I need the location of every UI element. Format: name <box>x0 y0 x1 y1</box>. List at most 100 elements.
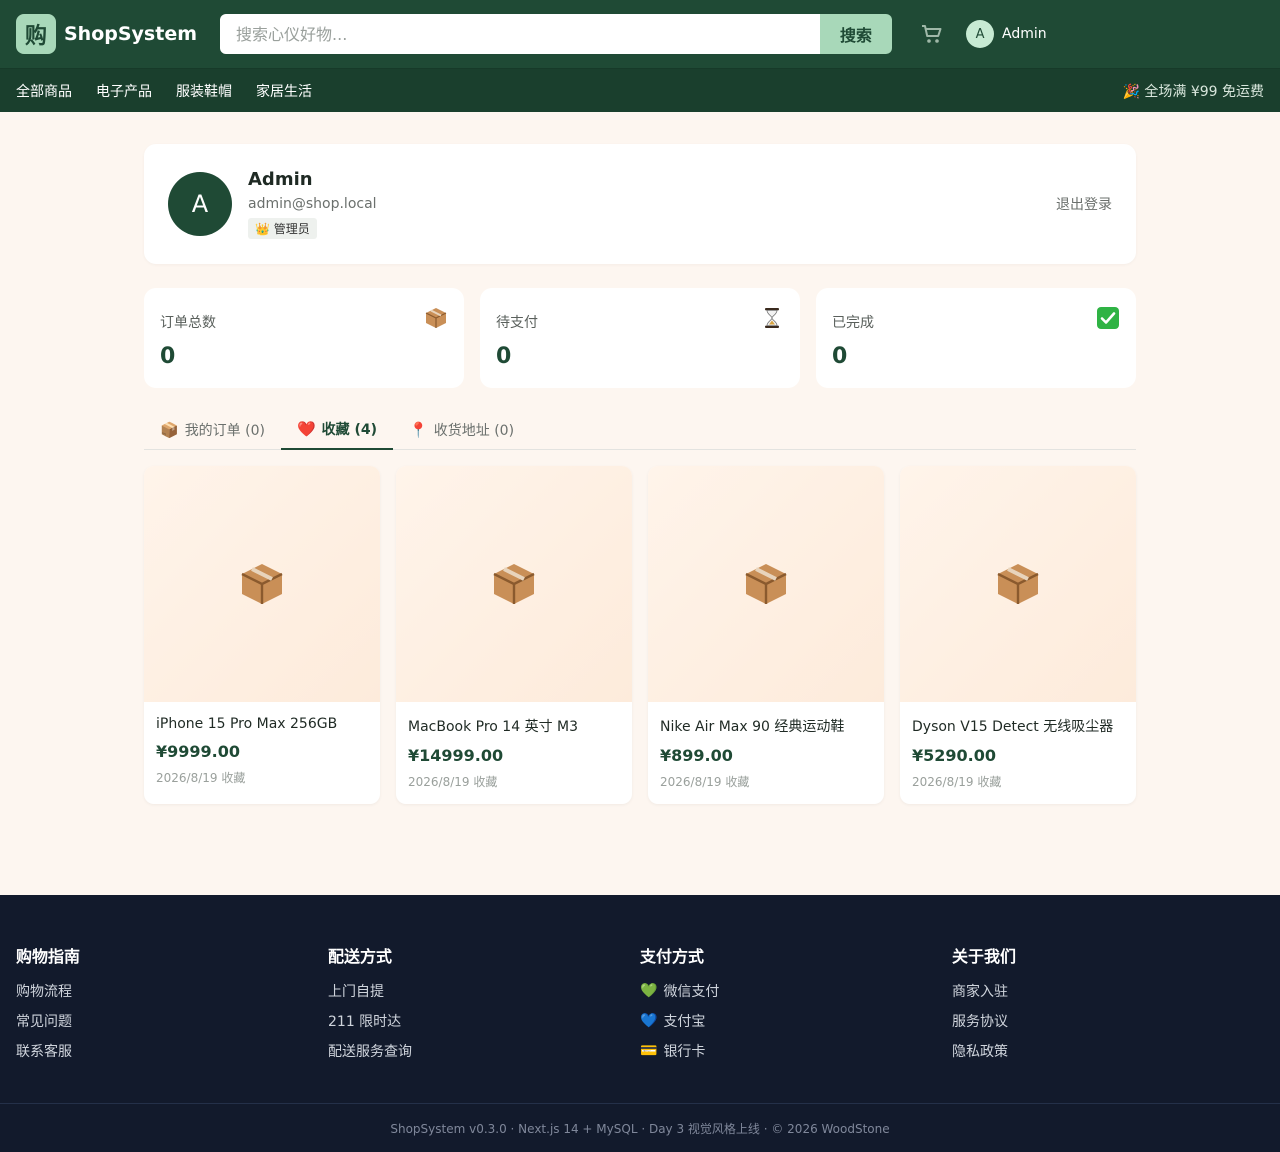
product-image <box>648 466 884 702</box>
footer-heading: 配送方式 <box>328 947 393 966</box>
product-name: Dyson V15 Detect 无线吸尘器 <box>912 719 1114 735</box>
profile-avatar: A <box>168 172 232 236</box>
product-name: MacBook Pro 14 英寸 M3 <box>408 719 579 735</box>
footer-link-label: 支付宝 <box>663 1014 706 1030</box>
footer-col-payment: 支付方式 💚 微信支付 💙 支付宝 💳 银行卡 <box>640 943 952 1103</box>
footer-link-label: 银行卡 <box>663 1044 706 1060</box>
product-image <box>396 466 632 702</box>
favorite-date: 2026/8/19 收藏 <box>660 775 750 789</box>
product-name: iPhone 15 Pro Max 256GB <box>156 716 338 732</box>
user-menu[interactable]: A Admin <box>966 20 1047 48</box>
stat-value: 0 <box>496 344 512 369</box>
footer-link[interactable]: 💳 银行卡 <box>640 1041 952 1061</box>
cart-icon[interactable] <box>920 22 944 46</box>
stat-total-orders[interactable]: 订单总数 0 <box>144 288 464 388</box>
profile-name: Admin <box>248 169 313 190</box>
copyright: ShopSystem v0.3.0 · Next.js 14 + MySQL ·… <box>0 1103 1280 1152</box>
footer-col-guide: 购物指南 购物流程 常见问题 联系客服 <box>16 943 328 1103</box>
footer-link[interactable]: 隐私政策 <box>952 1041 1264 1061</box>
promo-banner: 🎉 全场满 ¥99 免运费 <box>1122 83 1264 100</box>
product-image <box>144 466 380 702</box>
role-badge: 👑 管理员 <box>248 218 317 239</box>
package-icon <box>424 306 448 330</box>
stat-value: 0 <box>832 344 848 369</box>
stat-label: 已完成 <box>832 315 874 331</box>
footer-link[interactable]: 商家入驻 <box>952 981 1264 1001</box>
profile-email: admin@shop.local <box>248 196 377 212</box>
package-icon: 📦 <box>160 421 179 439</box>
nav-item-electronics[interactable]: 电子产品 <box>96 81 152 101</box>
heart-icon: ❤️ <box>296 420 316 438</box>
package-icon <box>745 564 787 604</box>
logout-link[interactable]: 退出登录 <box>1056 194 1112 214</box>
footer-heading: 购物指南 <box>16 947 81 966</box>
footer-link[interactable]: 联系客服 <box>16 1041 328 1061</box>
stat-label: 订单总数 <box>160 315 216 331</box>
stat-value: 0 <box>160 344 176 369</box>
footer-heading: 关于我们 <box>952 947 1017 966</box>
favorite-date: 2026/8/19 收藏 <box>408 775 498 789</box>
top-header: 购 ShopSystem 搜索 A Admin <box>0 0 1280 68</box>
footer-col-about: 关于我们 商家入驻 服务协议 隐私政策 <box>952 943 1264 1103</box>
product-price: ¥14999.00 <box>408 746 504 765</box>
product-price: ¥899.00 <box>660 746 733 765</box>
footer-col-delivery: 配送方式 上门自提 211 限时达 配送服务查询 <box>328 943 640 1103</box>
product-card[interactable]: Dyson V15 Detect 无线吸尘器 ¥5290.00 2026/8/1… <box>900 466 1136 804</box>
main-content: A Admin admin@shop.local 👑 管理员 退出登录 订单总数… <box>144 144 1136 804</box>
tab-favorites[interactable]: ❤️ 收藏 (4) <box>280 410 394 450</box>
footer-link[interactable]: 购物流程 <box>16 981 328 1001</box>
stat-label: 待支付 <box>496 315 538 331</box>
search-input[interactable] <box>220 14 821 54</box>
footer-link[interactable]: 服务协议 <box>952 1011 1264 1031</box>
blue-heart-icon: 💙 <box>640 1013 658 1029</box>
stat-completed[interactable]: 已完成 0 <box>816 288 1136 388</box>
stat-pending-payment[interactable]: 待支付 0 <box>480 288 800 388</box>
search-button[interactable]: 搜索 <box>820 14 893 54</box>
footer-heading: 支付方式 <box>640 947 705 966</box>
tab-label: 收藏 (4) <box>321 422 378 438</box>
category-nav: 全部商品 电子产品 服装鞋帽 家居生活 🎉 全场满 ¥99 免运费 <box>0 68 1280 112</box>
footer-link[interactable]: 配送服务查询 <box>328 1041 640 1061</box>
profile-card: A Admin admin@shop.local 👑 管理员 退出登录 <box>144 144 1136 264</box>
tab-addresses[interactable]: 📍 收货地址 (0) <box>393 410 530 450</box>
package-icon <box>493 564 535 604</box>
tab-label: 我的订单 (0) <box>184 423 265 439</box>
profile-info: Admin admin@shop.local 👑 管理员 <box>248 169 377 239</box>
tab-label: 收货地址 (0) <box>433 423 515 439</box>
footer-link[interactable]: 💙 支付宝 <box>640 1011 952 1031</box>
footer-link[interactable]: 💚 微信支付 <box>640 981 952 1001</box>
brand-name[interactable]: ShopSystem <box>64 23 197 45</box>
green-heart-icon: 💚 <box>640 983 658 999</box>
nav-item-all[interactable]: 全部商品 <box>16 81 72 101</box>
footer-link-label: 微信支付 <box>663 984 720 1000</box>
product-name: Nike Air Max 90 经典运动鞋 <box>660 719 845 735</box>
favorite-date: 2026/8/19 收藏 <box>912 775 1002 789</box>
avatar: A <box>966 20 995 48</box>
nav-item-clothing[interactable]: 服装鞋帽 <box>176 81 232 101</box>
user-name: Admin <box>1002 26 1047 42</box>
footer-link[interactable]: 常见问题 <box>16 1011 328 1031</box>
site-footer: 购物指南 购物流程 常见问题 联系客服 配送方式 上门自提 211 限时达 配送… <box>0 895 1280 1152</box>
nav-item-home[interactable]: 家居生活 <box>256 81 312 101</box>
search-bar: 搜索 <box>220 14 893 54</box>
check-icon <box>1096 306 1120 330</box>
hourglass-icon <box>760 306 784 330</box>
tab-my-orders[interactable]: 📦 我的订单 (0) <box>144 410 281 450</box>
product-card[interactable]: Nike Air Max 90 经典运动鞋 ¥899.00 2026/8/19 … <box>648 466 884 804</box>
product-price: ¥9999.00 <box>156 742 241 761</box>
favorites-grid: iPhone 15 Pro Max 256GB ¥9999.00 2026/8/… <box>144 466 1136 804</box>
pin-icon: 📍 <box>409 421 428 439</box>
package-icon <box>241 564 283 604</box>
footer-link[interactable]: 上门自提 <box>328 981 640 1001</box>
product-card[interactable]: iPhone 15 Pro Max 256GB ¥9999.00 2026/8/… <box>144 466 380 804</box>
tab-bar: 📦 我的订单 (0) ❤️ 收藏 (4) 📍 收货地址 (0) <box>144 410 1136 450</box>
logo[interactable]: 购 <box>16 14 56 54</box>
footer-link[interactable]: 211 限时达 <box>328 1011 640 1031</box>
product-image <box>900 466 1136 702</box>
stats-row: 订单总数 0 待支付 0 已完成 0 <box>144 288 1136 388</box>
product-card[interactable]: MacBook Pro 14 英寸 M3 ¥14999.00 2026/8/19… <box>396 466 632 804</box>
package-icon <box>997 564 1039 604</box>
product-price: ¥5290.00 <box>912 746 997 765</box>
favorite-date: 2026/8/19 收藏 <box>156 771 246 785</box>
credit-card-icon: 💳 <box>640 1043 658 1059</box>
